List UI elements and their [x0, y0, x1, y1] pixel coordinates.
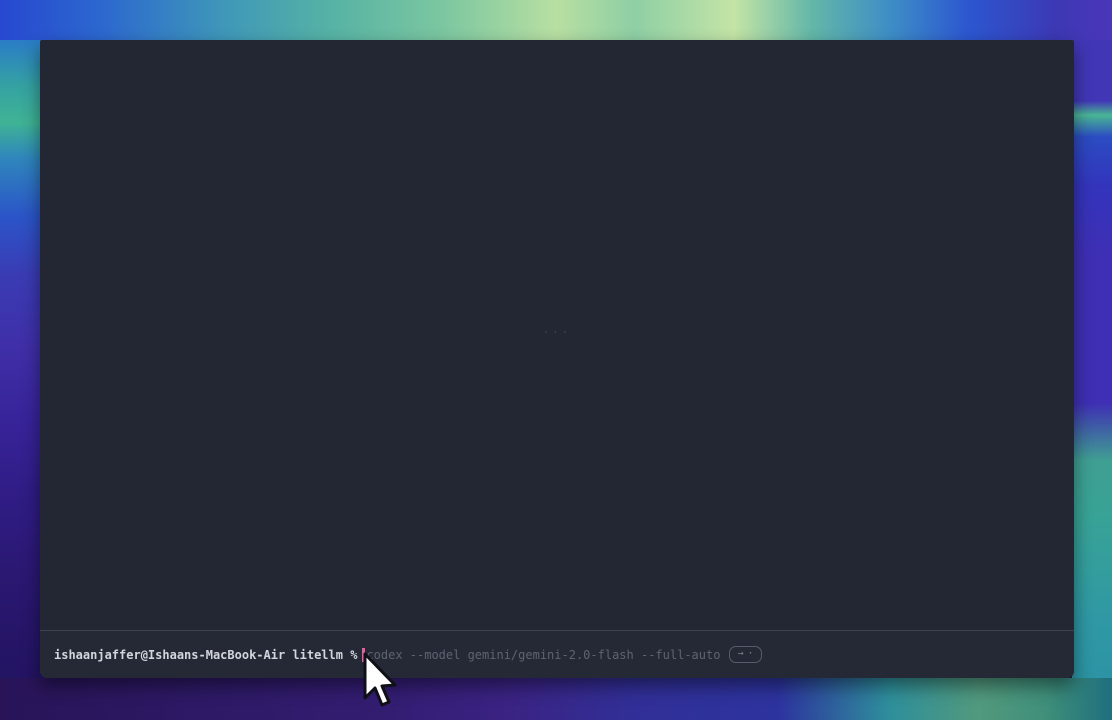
wallpaper-left-edge	[0, 0, 42, 720]
prompt-bar[interactable]: ishaanjaffer@Ishaans-MacBook-Air litellm…	[40, 631, 1074, 678]
terminal-window[interactable]: ... ishaanjaffer@Ishaans-MacBook-Air lit…	[40, 40, 1074, 678]
desktop: ... ishaanjaffer@Ishaans-MacBook-Air lit…	[0, 0, 1112, 720]
wallpaper-top-edge	[0, 0, 1112, 40]
shell-prompt: ishaanjaffer@Ishaans-MacBook-Air litellm…	[54, 648, 357, 662]
loading-ellipsis: ...	[40, 323, 1074, 336]
arrow-right-icon: →	[737, 647, 743, 661]
terminal-body[interactable]: ...	[40, 40, 1074, 630]
wallpaper-right-edge	[1072, 0, 1112, 720]
text-caret	[362, 648, 365, 662]
dot-icon: ·	[747, 647, 753, 661]
tab-hint-pill: → ·	[729, 646, 761, 663]
wallpaper-bottom-edge	[0, 678, 1112, 720]
autosuggestion-command: codex --model gemini/gemini-2.0-flash --…	[366, 648, 720, 662]
